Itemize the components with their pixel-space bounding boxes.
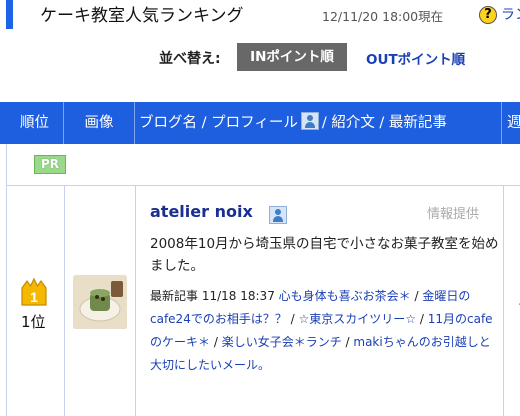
table-row: 1 1位 atelier noix 情報提供 2008年10月から埼玉県の自宅で…	[6, 186, 520, 416]
blog-name-link[interactable]: atelier noix	[150, 202, 253, 221]
thumbnail-image	[73, 275, 127, 329]
updated-timestamp: 12/11/20 18:00現在	[322, 9, 444, 24]
sort-label: 並べ替え:	[159, 51, 221, 67]
latest-posts-label: 最新記事	[150, 289, 199, 303]
blog-intro: 2008年10月から埼玉県の自宅で小さなお菓子教室を始めました。	[150, 236, 499, 274]
column-divider	[503, 186, 504, 416]
title-accent-bar	[6, 0, 13, 29]
profile-icon	[300, 112, 319, 130]
profile-icon[interactable]	[269, 206, 287, 224]
post-separator: /	[416, 312, 428, 326]
latest-post-link[interactable]: 心も身体も喜ぶお茶会＊	[279, 289, 411, 303]
pr-badge[interactable]: PR	[34, 155, 66, 174]
post-separator: /	[410, 289, 423, 303]
post-separator: /	[341, 335, 354, 349]
column-header-image: 画像	[64, 102, 135, 144]
info-provided-link[interactable]: 情報提供	[427, 203, 479, 222]
crown-rank-icon: 1	[21, 277, 47, 306]
latest-posts-time: 11/18 18:37	[201, 289, 275, 303]
latest-post-link[interactable]: 楽しい女子会＊ランチ	[222, 335, 342, 349]
blog-thumbnail[interactable]	[73, 275, 127, 329]
latest-posts: 最新記事 11/18 18:37 心も身体も喜ぶお茶会＊ / 金曜日のcafe2…	[150, 285, 500, 377]
rank-label: 1位	[21, 313, 46, 331]
page-header: ケーキ教室人気ランキング 12/11/20 18:00現在 ? ラン	[0, 0, 520, 40]
help-link[interactable]: ラン	[501, 4, 520, 24]
sort-out-points-link[interactable]: OUTポイント順	[366, 48, 465, 68]
help-icon[interactable]: ?	[479, 6, 497, 24]
column-divider	[135, 186, 136, 416]
column-header-blog: ブログ名 / プロフィール / 紹介文 / 最新記事	[135, 102, 502, 144]
column-divider	[64, 186, 65, 416]
column-header-blog-part1: ブログ名 / プロフィール	[139, 115, 298, 131]
page-title: ケーキ教室人気ランキング	[40, 6, 244, 26]
column-header-week: 週	[507, 115, 520, 131]
column-header-rank: 順位	[6, 102, 64, 144]
pr-row: PR	[6, 144, 520, 186]
rank-number: 1	[30, 289, 38, 305]
post-separator: /	[286, 312, 299, 326]
post-separator: /	[210, 335, 222, 349]
latest-post-link[interactable]: ☆東京スカイツリー☆	[299, 312, 417, 326]
column-header-blog-part2: / 紹介文 / 最新記事	[321, 115, 447, 131]
sort-in-points-button[interactable]: INポイント順	[237, 43, 347, 71]
ranking-table-header: 順位 画像 ブログ名 / プロフィール / 紹介文 / 最新記事 週	[0, 102, 520, 144]
